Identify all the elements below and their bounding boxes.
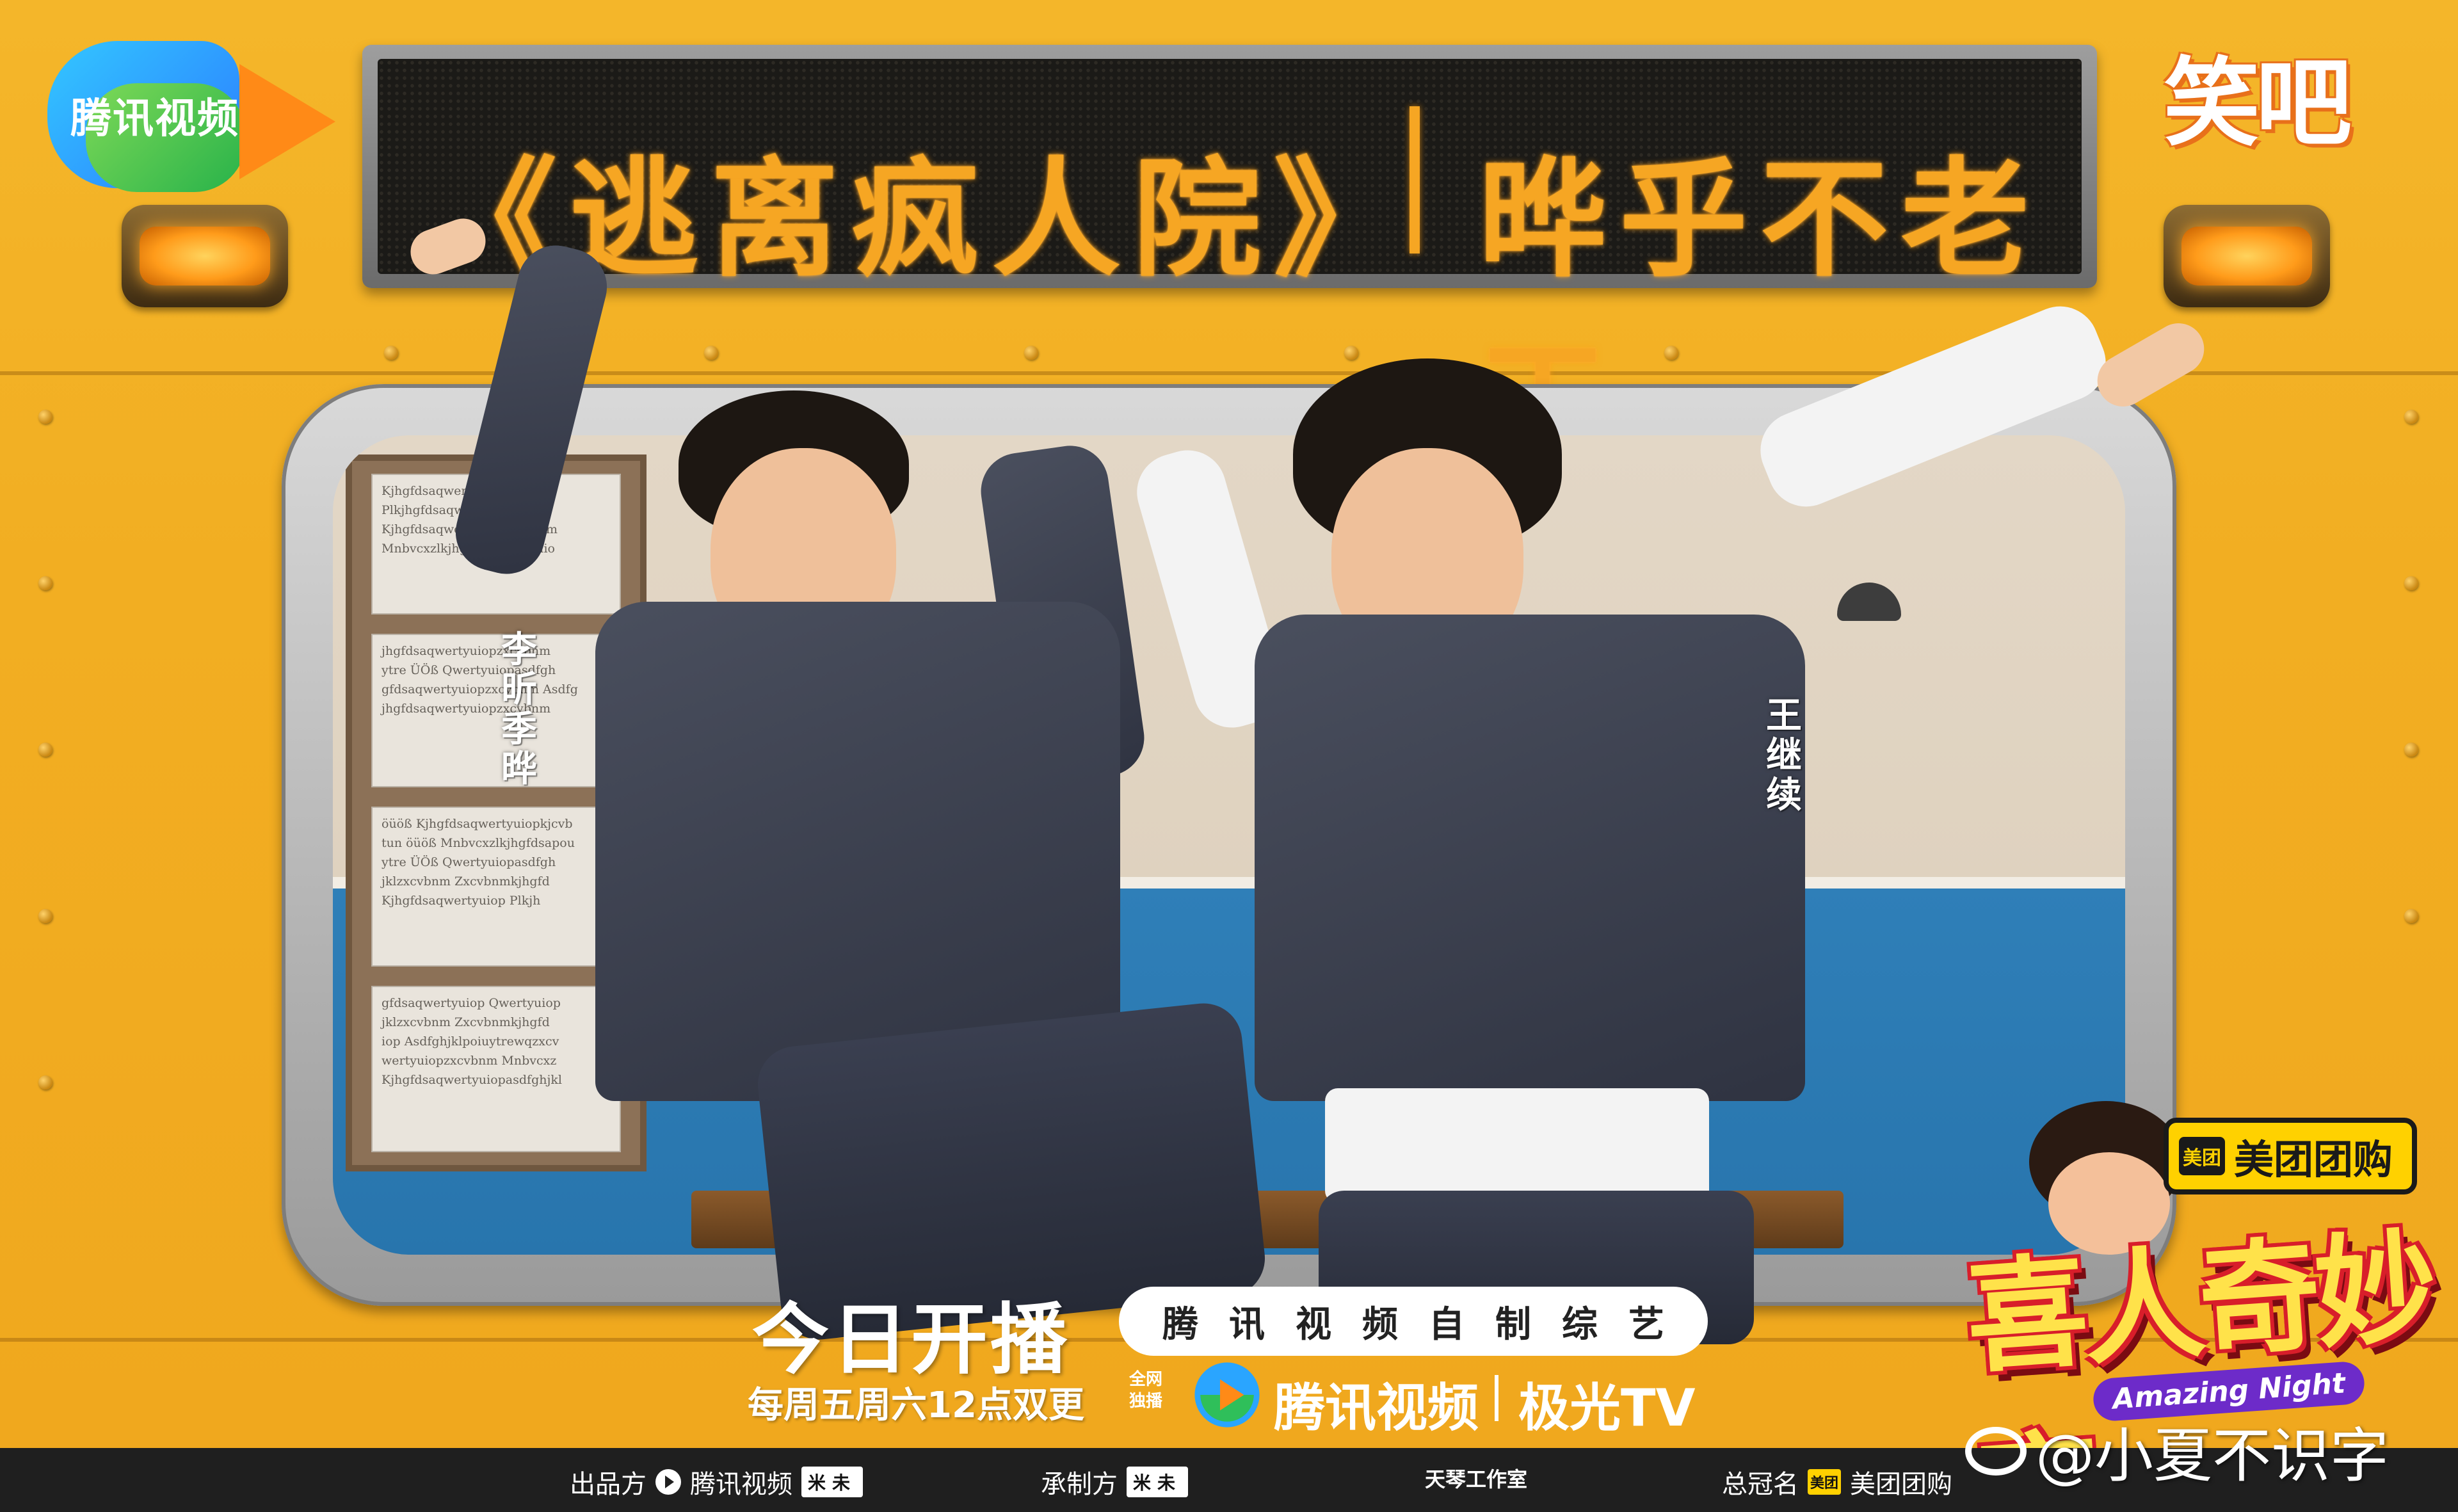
maker-chip: 米未 (1127, 1467, 1189, 1497)
tencent-video-logo: 腾讯视频 (47, 32, 335, 198)
notice-line: gfdsaqwertyuiop Qwertyuiop (382, 996, 561, 1010)
credit-producer: 出品方 腾讯视频 米未 (570, 1463, 864, 1500)
producer-chip: 米未 (801, 1467, 864, 1497)
producer-label: 出品方 (570, 1470, 647, 1499)
credit-studio: 天琴工作室 (1425, 1463, 1527, 1493)
rivet (1344, 346, 1358, 360)
xiaoba-logo: 笑吧 (2164, 48, 2352, 159)
meituan-label: 美团团购 (2234, 1136, 2393, 1183)
destination-sign: 《逃离疯人院》 晔乎不老王 (362, 45, 2097, 480)
credit-maker: 承制方 米未 (1041, 1463, 1189, 1500)
rivet (2404, 743, 2418, 757)
premiere-today: 今日开播 (752, 1296, 1070, 1385)
notice-line: wertyuiopzxcvbnm Mnbvcxz (382, 1054, 557, 1068)
self-made-pill: 腾讯视频自制综艺 (1119, 1287, 1708, 1356)
weibo-icon (1965, 1426, 2027, 1476)
notice-paper: öüöß Kjhgfdsaqwertyuiopkjcvb tun öüöß Mn… (371, 807, 621, 967)
rivet (704, 346, 718, 360)
notice-paper: jhgfdsaqwertyuiopzxcvbnm ytre ÜÖß Qwerty… (371, 634, 621, 787)
rivet (38, 909, 52, 923)
led-screen: 《逃离疯人院》 晔乎不老王 (378, 59, 2082, 480)
left-marker-lamp (122, 205, 288, 307)
sponsor-name: 美团团购 (1850, 1470, 1953, 1499)
notice-line: jhgfdsaqwertyuiopzxcvbnm (382, 644, 551, 658)
watermark-text: @小夏不识字 (2036, 1422, 2390, 1490)
notice-line: gfdsaqwertyuiopzxcvbnm Asdfg (382, 682, 578, 696)
studio-name: 天琴工作室 (1425, 1467, 1528, 1492)
tencent-play-icon (1194, 1362, 1260, 1428)
right-marker-lamp (2164, 205, 2330, 307)
notice-line: iop Asdfghjklpoiuytrewqzxcv (382, 1034, 559, 1049)
notice-line: jklzxcvbnm Zxcvbnmkjhgfd (382, 1015, 550, 1029)
schedule-text: 每周五周六12点双更 (748, 1385, 1084, 1426)
rivet (2404, 410, 2418, 424)
rivet (38, 410, 52, 424)
notice-line: Kjhgfdsaqwertyuiop Plkjh (382, 894, 541, 908)
poster: 腾讯视频 笑吧 《逃离疯人院》 晔乎不老王 Kjhgfdsaqwertyuiop… (0, 0, 2458, 1448)
rivet (1024, 346, 1038, 360)
cast-name-left: 李昕季晔 (501, 629, 537, 790)
notice-line: Kjhgfdsaqwertyuiopasdfghjkl (382, 1073, 562, 1087)
tencent-mini-icon (655, 1469, 681, 1495)
weibo-watermark: @小夏不识字 (1965, 1408, 2389, 1493)
notice-line: öüöß Kjhgfdsaqwertyuiopkjcvb (382, 817, 573, 831)
logo-orange-arrow (239, 64, 335, 179)
notice-line: tun öüöß Mnbvcxzlkjhgfdsapou (382, 836, 575, 850)
sponsor-icon: 美团 (1808, 1469, 1842, 1495)
notice-line: jhgfdsaqwertyuiopzxcvbnm (382, 702, 551, 716)
meituan-icon: 美团 (2179, 1137, 2225, 1175)
meituan-sponsor-badge: 美团 美团团购 (2164, 1118, 2418, 1194)
rivet (384, 346, 398, 360)
cast-name-right: 王继续 (1766, 695, 1802, 816)
notice-line: jklzxcvbnm Zxcvbnmkjhgfd (382, 874, 550, 889)
sign-divider (1410, 106, 1420, 253)
platform-tencent: 腾讯视频 (1274, 1378, 1479, 1438)
rivet (38, 576, 52, 590)
logo-label: 腾讯视频 (70, 95, 239, 143)
notice-line: ytre ÜÖß Qwertyuiopasdfgh (382, 663, 556, 677)
right-shirt (1255, 615, 1805, 1101)
wall-lamp (1837, 583, 1901, 621)
maker-label: 承制方 (1041, 1470, 1118, 1499)
rivet (2404, 909, 2418, 923)
platform-tv: 极光TV (1518, 1378, 1696, 1438)
notice-line: ytre ÜÖß Qwertyuiopasdfgh (382, 855, 556, 869)
exclusive-label: 全网独播 (1129, 1370, 1162, 1411)
right-hand (2088, 314, 2213, 416)
credit-sponsor: 总冠名 美团 美团团购 (1722, 1463, 1952, 1500)
sponsor-label: 总冠名 (1722, 1470, 1799, 1499)
notice-paper: gfdsaqwertyuiop Qwertyuiop jklzxcvbnm Zx… (371, 986, 621, 1152)
rivet (38, 1075, 52, 1090)
right-undershirt (1325, 1088, 1709, 1203)
rivet (38, 743, 52, 757)
producer-name: 腾讯视频 (690, 1470, 792, 1499)
rivet (2404, 576, 2418, 590)
platform-separator (1495, 1375, 1498, 1421)
